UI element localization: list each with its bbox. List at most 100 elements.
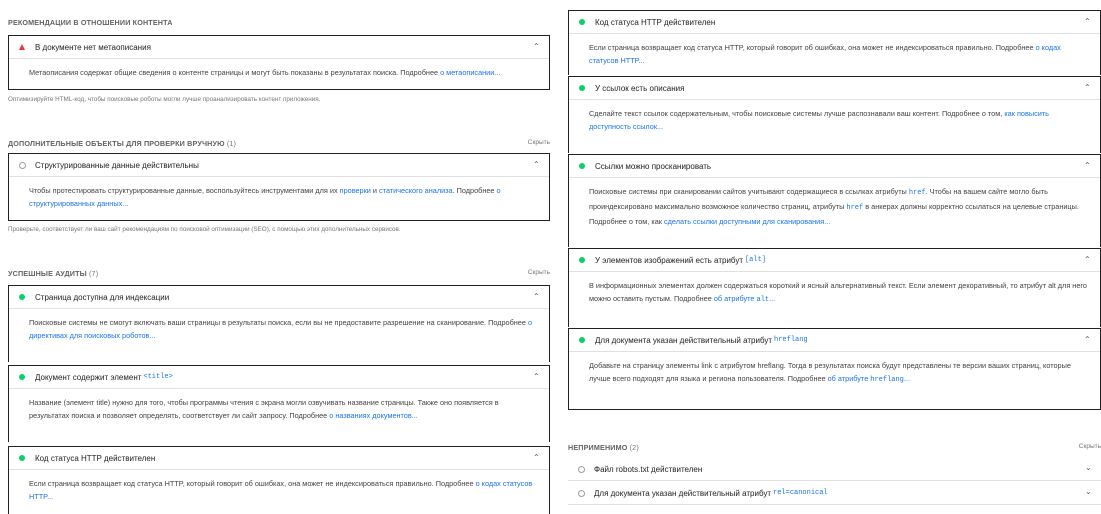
audit-description: Поисковые системы не смогут включать ваш… — [9, 309, 549, 342]
inline-code: href — [846, 204, 864, 212]
chevron-up-icon[interactable]: ⌃ — [533, 161, 541, 169]
audit-body-text: Поисковые системы не смогут включать ваш… — [29, 318, 528, 327]
na-audit-robots-txt[interactable]: Файл robots.txt действителен ⌄ — [568, 458, 1101, 481]
audit-title: В документе нет метаописания — [35, 42, 151, 52]
group-description: Проверьте, соответствует ли ваш сайт рек… — [8, 226, 401, 233]
hide-button[interactable]: Скрыть — [1079, 443, 1101, 450]
section-title: УСПЕШНЫЕ АУДИТЫ (7) — [8, 269, 98, 278]
audit-body-text: Название (элемент title) нужно для того,… — [29, 398, 499, 420]
link-code: alt — [756, 296, 770, 304]
passed-header: УСПЕШНЫЕ АУДИТЫ (7) Скрыть — [8, 269, 550, 281]
audit-body-text: Сделайте текст ссылок содержательным, чт… — [589, 109, 1005, 118]
link-text: об атрибуте — [713, 294, 757, 303]
audit-title-code: <title> — [143, 373, 173, 381]
audit-description: Метаописания содержат общие сведения о к… — [9, 59, 549, 79]
audit-body-text: и — [370, 186, 380, 195]
audit-header[interactable]: Документ содержит элемент <title> ⌃ — [9, 366, 549, 389]
link-text: об атрибуте — [827, 374, 871, 383]
chevron-up-icon[interactable]: ⌃ — [1084, 256, 1092, 264]
learn-more-link[interactable]: о названиях документов... — [329, 411, 418, 420]
audit-description: Чтобы протестировать структурированные д… — [9, 177, 549, 210]
audit-title: Структурированные данные действительны — [35, 160, 199, 170]
group-description: Оптимизируйте HTML-код, чтобы поисковые … — [8, 96, 321, 103]
chevron-up-icon[interactable]: ⌃ — [1084, 18, 1092, 26]
audit-header[interactable]: У ссылок есть описания ⌃ — [569, 77, 1100, 100]
audit-title: Ссылки можно просканировать — [595, 161, 712, 171]
na-circle-icon — [576, 489, 586, 497]
audit-description: Добавьте на страницу элементы link с атр… — [569, 352, 1100, 387]
pass-dot-icon — [17, 294, 27, 300]
section-title-text: УСПЕШНЫЕ АУДИТЫ — [8, 269, 87, 278]
pass-dot-icon — [577, 19, 587, 25]
chevron-up-icon[interactable]: ⌃ — [533, 454, 541, 462]
audit-description: Сделайте текст ссылок содержательным, чт… — [569, 100, 1100, 133]
audit-title: Код статуса HTTP действителен — [35, 453, 156, 463]
inline-code: href — [908, 189, 926, 197]
audit-title: У элементов изображений есть атрибут — [595, 255, 743, 265]
audit-header[interactable]: В документе нет метаописания ⌃ — [9, 36, 549, 59]
audit-body-text: В информационных элементах должен содерж… — [589, 281, 1087, 303]
audit-title-code: [alt] — [744, 256, 766, 264]
audit-body-text: Чтобы протестировать структурированные д… — [29, 186, 340, 195]
fail-triangle-icon — [17, 44, 27, 50]
audit-body-text: Поисковые системы при сканировании сайто… — [589, 187, 909, 196]
audit-header[interactable]: Ссылки можно просканировать ⌃ — [569, 155, 1100, 178]
audit-description: Поисковые системы при сканировании сайто… — [569, 178, 1100, 228]
audit-body-text: Если страница возвращает код статуса HTT… — [29, 479, 476, 488]
chevron-up-icon[interactable]: ⌃ — [1084, 336, 1092, 344]
chevron-up-icon[interactable]: ⌃ — [1084, 84, 1092, 92]
section-title-text: ДОПОЛНИТЕЛЬНЫЕ ОБЪЕКТЫ ДЛЯ ПРОВЕРКИ ВРУЧ… — [8, 139, 225, 148]
chevron-up-icon[interactable]: ⌃ — [533, 293, 541, 301]
chevron-down-icon[interactable]: ⌄ — [1085, 488, 1093, 496]
link-code: hreflang — [870, 376, 904, 384]
audit-header[interactable]: Для документа указан действительный атри… — [569, 329, 1100, 352]
learn-more-link[interactable]: сделать ссылки доступными для сканирован… — [664, 217, 830, 226]
audit-description: В информационных элементах должен содерж… — [569, 272, 1100, 307]
audit-header[interactable]: Страница доступна для индексации ⌃ — [9, 286, 549, 309]
audit-title: Для документа указан действительный атри… — [595, 335, 773, 345]
learn-more-link[interactable]: об атрибуте alt... — [713, 294, 775, 304]
hide-button[interactable]: Скрыть — [528, 139, 550, 146]
chevron-up-icon[interactable]: ⌃ — [533, 43, 541, 51]
audit-no-meta-description: В документе нет метаописания ⌃ Метаописа… — [8, 35, 550, 90]
manual-circle-icon — [17, 161, 27, 169]
audit-header[interactable]: Код статуса HTTP действителен ⌃ — [569, 11, 1100, 34]
pass-dot-icon — [17, 374, 27, 380]
section-count: (1) — [226, 139, 237, 148]
section-title-text: НЕПРИМЕНИМО — [568, 443, 628, 452]
audit-structured-data: Структурированные данные действительны ⌃… — [8, 153, 550, 221]
audit-http-status-code: Код статуса HTTP действителен ⌃ Если стр… — [8, 446, 550, 514]
audit-hreflang: Для документа указан действительный атри… — [568, 328, 1101, 410]
audit-body-text: Метаописания содержат общие сведения о к… — [29, 68, 441, 77]
section-count: (2) — [629, 443, 639, 452]
audit-description: Если страница возвращает код статуса HTT… — [569, 34, 1100, 67]
section-title: НЕПРИМЕНИМО (2) — [568, 443, 639, 452]
audit-header[interactable]: Код статуса HTTP действителен ⌃ — [9, 447, 549, 470]
audit-title: Страница доступна для индексации — [35, 292, 170, 302]
audit-crawlable-anchors: Ссылки можно просканировать ⌃ Поисковые … — [568, 154, 1101, 247]
na-circle-icon — [576, 465, 586, 473]
chevron-up-icon[interactable]: ⌃ — [533, 373, 541, 381]
audit-body-text: Если страница возвращает код статуса HTT… — [589, 43, 1036, 52]
validate-link[interactable]: проверки — [340, 186, 371, 195]
chevron-down-icon[interactable]: ⌄ — [1085, 464, 1093, 472]
na-audit-canonical[interactable]: Для документа указан действительный атри… — [568, 482, 1101, 505]
section-title: ДОПОЛНИТЕЛЬНЫЕ ОБЪЕКТЫ ДЛЯ ПРОВЕРКИ ВРУЧ… — [8, 139, 236, 148]
pass-dot-icon — [17, 455, 27, 461]
pass-dot-icon — [577, 337, 587, 343]
audit-header[interactable]: Структурированные данные действительны ⌃ — [9, 154, 549, 177]
learn-more-link[interactable]: об атрибуте hreflang... — [827, 374, 910, 384]
not-applicable-header: НЕПРИМЕНИМО (2) Скрыть — [568, 443, 1101, 455]
audit-header[interactable]: У элементов изображений есть атрибут [al… — [569, 249, 1100, 272]
audit-body-text: . Подробнее — [452, 186, 497, 195]
section-count: (7) — [89, 269, 99, 278]
audit-title-code: hreflang — [774, 336, 808, 344]
lint-link[interactable]: статического анализа — [379, 186, 453, 195]
audit-title-code: rel=canonical — [773, 489, 828, 497]
chevron-up-icon[interactable]: ⌃ — [1084, 162, 1092, 170]
audit-title: Файл robots.txt действителен — [594, 464, 703, 474]
hide-button[interactable]: Скрыть — [528, 269, 550, 276]
audit-image-alt: У элементов изображений есть атрибут [al… — [568, 248, 1101, 327]
learn-more-link[interactable]: о метаописании... — [440, 68, 500, 77]
manual-header: ДОПОЛНИТЕЛЬНЫЕ ОБЪЕКТЫ ДЛЯ ПРОВЕРКИ ВРУЧ… — [8, 139, 550, 151]
